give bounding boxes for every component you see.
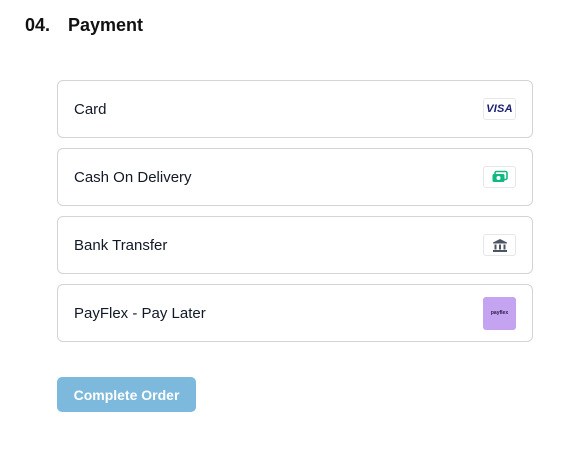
payflex-logo-icon: payflex <box>483 296 516 330</box>
payment-option-card[interactable]: Card VISA <box>57 80 533 138</box>
section-number: 04. <box>25 15 51 35</box>
bank-icon <box>483 234 516 256</box>
section-header: 04. Payment <box>25 15 143 36</box>
cash-icon <box>483 166 516 188</box>
section-title: Payment <box>68 15 144 35</box>
payment-option-bank-transfer[interactable]: Bank Transfer <box>57 216 533 274</box>
complete-order-button[interactable]: Complete Order <box>57 377 196 412</box>
payment-option-cash-on-delivery[interactable]: Cash On Delivery <box>57 148 533 206</box>
payment-option-label: PayFlex - Pay Later <box>74 304 206 322</box>
payment-option-label: Card <box>74 100 107 118</box>
visa-logo-icon: VISA <box>483 98 516 120</box>
payment-options-list: Card VISA Cash On Delivery Bank Transfer <box>57 80 533 352</box>
payment-option-payflex[interactable]: PayFlex - Pay Later payflex <box>57 284 533 342</box>
payment-option-label: Bank Transfer <box>74 236 168 254</box>
payment-option-label: Cash On Delivery <box>74 168 192 186</box>
